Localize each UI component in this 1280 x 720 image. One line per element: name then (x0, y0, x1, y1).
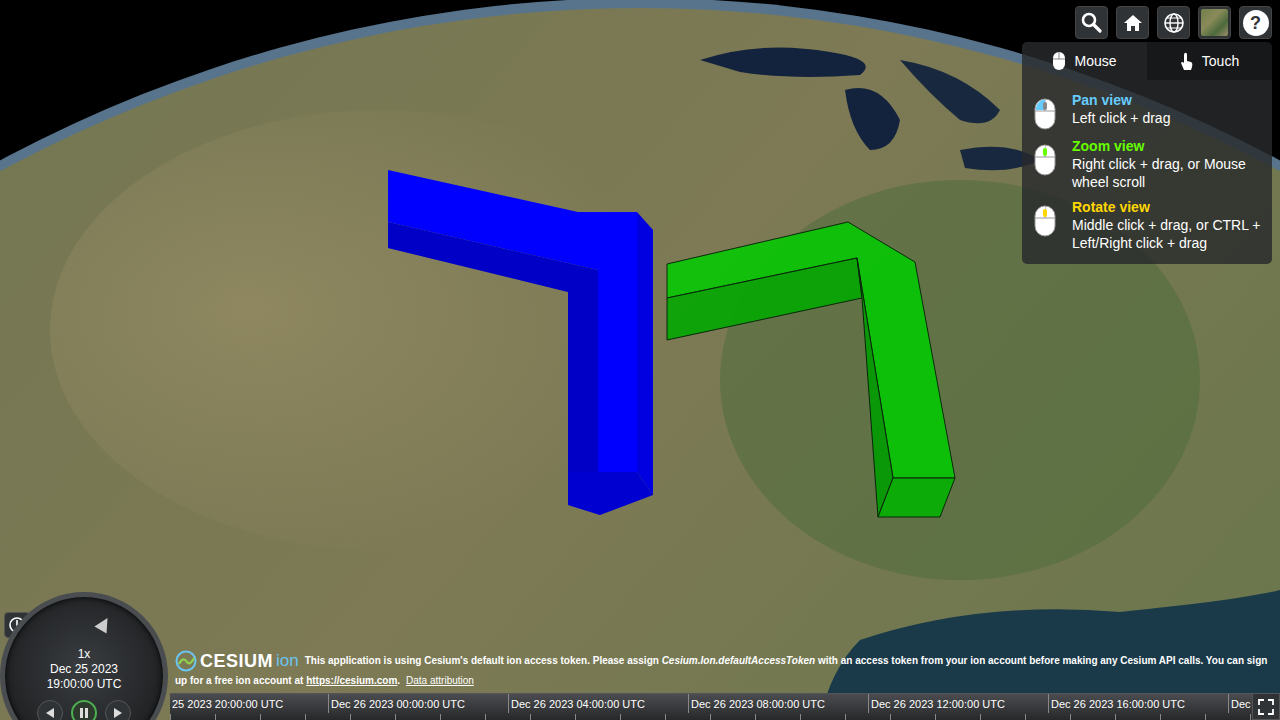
help-tab-label: Mouse (1074, 51, 1116, 72)
cesium-link[interactable]: https://cesium.com (306, 675, 397, 686)
mouse-pan-icon (1034, 98, 1056, 130)
animation-dial[interactable]: 1xDec 25 202319:00:00 UTC (0, 592, 168, 720)
reverse-button[interactable] (37, 700, 63, 720)
toolbar: ? (1075, 6, 1272, 39)
token-name: Cesium.Ion.defaultAccessToken (662, 655, 816, 666)
timeline-ticks (170, 714, 1280, 720)
help-detail: Middle click + drag, or CTRL + Left/Righ… (1072, 216, 1264, 252)
search-button[interactable] (1075, 6, 1108, 39)
help-text: Rotate viewMiddle click + drag, or CTRL … (1072, 199, 1264, 252)
timeline-label: Dec 26 2023 04:00:00 UTC (508, 694, 688, 713)
layers-button[interactable] (1198, 6, 1231, 39)
imagery-thumbnail-icon (1201, 9, 1228, 36)
timeline-label: Dec 26 2023 12:00:00 UTC (868, 694, 1048, 713)
data-attribution-link[interactable]: Data attribution (406, 675, 474, 686)
play-button[interactable] (105, 700, 131, 720)
help-tab[interactable]: Mouse (1022, 42, 1147, 80)
reverse-icon (43, 706, 57, 720)
timeline-label: Dec 26 2023 00:00:00 UTC (328, 694, 508, 713)
logo-text: CESIUM (200, 652, 273, 670)
mouse-icon (1052, 51, 1066, 71)
home-icon (1122, 12, 1144, 34)
speed-label: 1x (5, 647, 163, 662)
extruded-polygon[interactable] (667, 222, 955, 517)
help-item: Rotate viewMiddle click + drag, or CTRL … (1022, 195, 1272, 256)
extruded-polygon[interactable] (388, 170, 653, 515)
help-tab[interactable]: Touch (1147, 42, 1272, 80)
help-title: Zoom view (1072, 138, 1264, 155)
hand-icon (1180, 51, 1194, 71)
logo-suffix: ion (276, 652, 299, 670)
help-text: Zoom viewRight click + drag, or Mouse wh… (1072, 138, 1264, 191)
animation-widget: 1xDec 25 202319:00:00 UTC (0, 592, 172, 720)
credit-message: This application is using Cesium's defau… (305, 655, 662, 666)
help-tabs: Mouse Touch (1022, 42, 1272, 80)
help-button[interactable]: ? (1239, 6, 1272, 39)
cesium-ion-logo[interactable]: CESIUMion (175, 650, 299, 672)
timeline[interactable]: 25 2023 20:00:00 UTCDec 26 2023 00:00:00… (170, 693, 1280, 720)
help-glyph: ? (1243, 10, 1269, 36)
help-title: Rotate view (1072, 199, 1264, 216)
mouse-rotate-icon (1034, 205, 1056, 237)
fullscreen-button[interactable] (1252, 693, 1280, 720)
help-title: Pan view (1072, 92, 1264, 109)
fullscreen-icon (1257, 698, 1275, 716)
cesium-swirl-icon (175, 650, 197, 672)
timeline-labels: 25 2023 20:00:00 UTCDec 26 2023 00:00:00… (170, 694, 1280, 713)
cesium-viewer[interactable]: ? Mouse Touch Pan viewLeft click + drag Zoom… (0, 0, 1280, 720)
globe-icon (1163, 12, 1185, 34)
date-label: Dec 25 2023 (5, 662, 163, 677)
help-list: Pan viewLeft click + drag Zoom viewRight … (1022, 80, 1272, 264)
speed-needle-icon[interactable] (94, 614, 113, 633)
pause-icon (77, 706, 91, 720)
navigation-help-panel: Mouse Touch Pan viewLeft click + drag Zoom … (1022, 42, 1272, 264)
playback-controls (5, 700, 163, 720)
globe-button[interactable] (1157, 6, 1190, 39)
search-icon (1081, 12, 1103, 34)
help-text: Pan viewLeft click + drag (1072, 92, 1264, 127)
home-button[interactable] (1116, 6, 1149, 39)
play-icon (111, 706, 125, 720)
help-item: Zoom viewRight click + drag, or Mouse wh… (1022, 134, 1272, 195)
help-tab-label: Touch (1202, 51, 1239, 72)
help-detail: Right click + drag, or Mouse wheel scrol… (1072, 155, 1264, 191)
mouse-zoom-icon (1034, 144, 1056, 176)
pause-button[interactable] (71, 700, 97, 720)
credit-message: . (397, 675, 400, 686)
help-item: Pan viewLeft click + drag (1022, 88, 1272, 134)
help-detail: Left click + drag (1072, 109, 1264, 127)
timeline-label: Dec 26 2023 08:00:00 UTC (688, 694, 868, 713)
credits: CESIUMion This application is using Cesiu… (175, 650, 1268, 690)
timeline-label: Dec 26 2023 16:00:00 UTC (1048, 694, 1228, 713)
time-label: 19:00:00 UTC (5, 677, 163, 692)
timeline-label: 25 2023 20:00:00 UTC (170, 694, 328, 713)
